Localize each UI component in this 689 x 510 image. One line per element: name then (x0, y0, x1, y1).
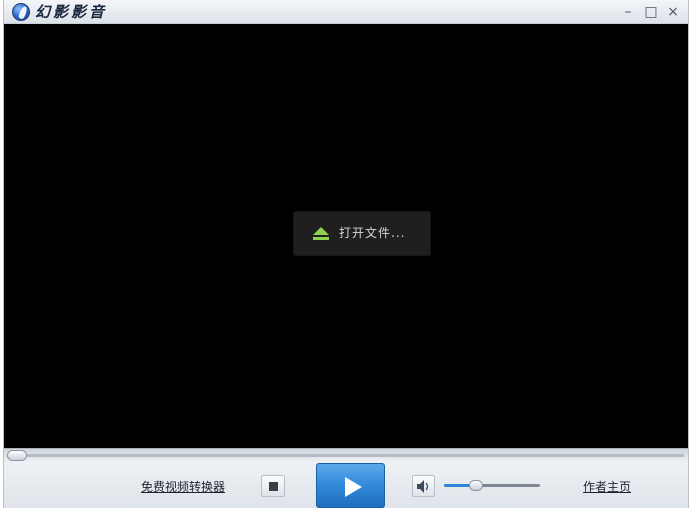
mute-button[interactable] (412, 475, 435, 497)
open-file-button[interactable]: 打开文件... (293, 211, 431, 256)
stop-button[interactable] (261, 475, 285, 497)
volume-handle[interactable] (468, 480, 483, 491)
app-title: 幻影影音 (35, 3, 108, 21)
author-homepage-link[interactable]: 作者主页 (583, 478, 631, 495)
video-area[interactable]: 打开文件... (4, 24, 688, 448)
video-converter-link[interactable]: 免费视频转换器 (141, 478, 225, 495)
player-window: 幻影影音 – □ × 打开文件... 免费视频转换器 作者主页 (3, 0, 689, 508)
play-icon (345, 477, 362, 497)
play-button[interactable] (316, 463, 385, 508)
app-logo-icon (12, 3, 30, 21)
minimize-button[interactable]: – (619, 3, 637, 21)
seek-track[interactable] (8, 454, 684, 457)
control-bar: 免费视频转换器 作者主页 (4, 462, 688, 508)
title-bar[interactable]: 幻影影音 – □ × (4, 0, 688, 24)
open-file-label: 打开文件... (339, 226, 406, 240)
close-button[interactable]: × (664, 3, 682, 21)
stop-icon (269, 482, 278, 491)
seek-handle[interactable] (7, 450, 27, 461)
seek-bar[interactable] (4, 448, 688, 462)
eject-icon (313, 227, 329, 241)
maximize-button[interactable]: □ (642, 3, 660, 21)
speaker-icon (417, 480, 429, 493)
volume-slider[interactable] (444, 480, 540, 491)
